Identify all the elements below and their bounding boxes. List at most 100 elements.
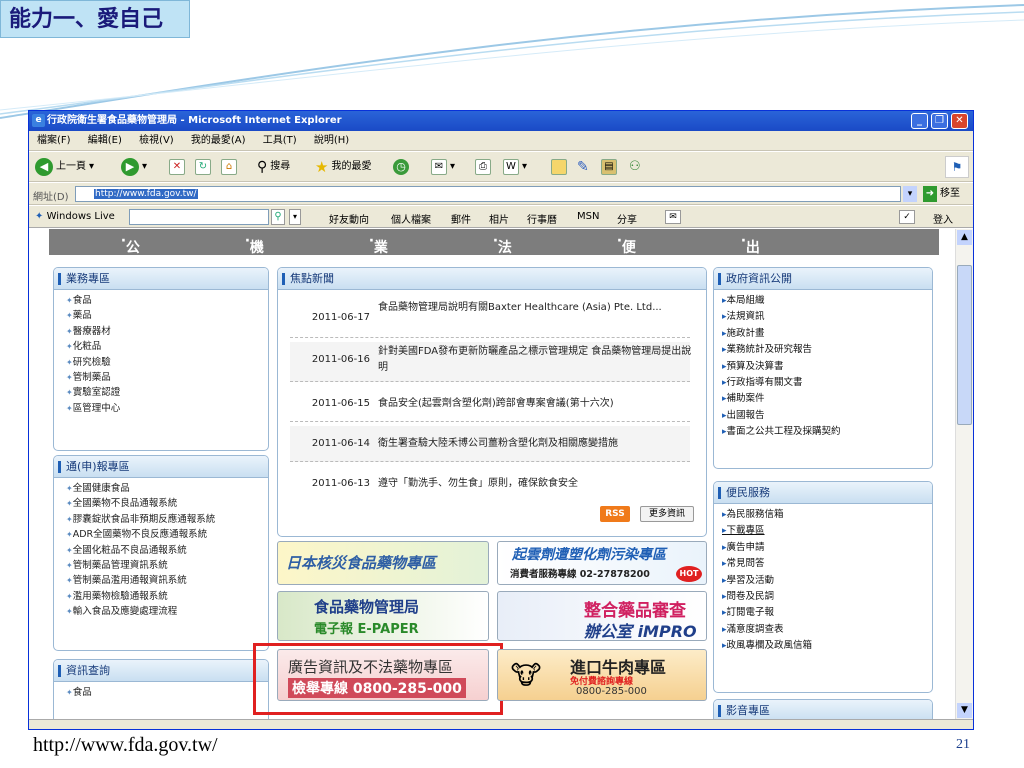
list-item[interactable]: 施政計畫 [722,326,932,342]
list-item[interactable]: 管制藥品濫用通報資訊系統 [66,573,268,588]
list-item[interactable]: 問卷及民調 [722,589,932,605]
address-dropdown[interactable]: ▾ [903,186,917,202]
list-item[interactable]: 實驗室認證 [66,385,268,400]
list-item[interactable]: 濫用藥物檢驗通報系統 [66,589,268,604]
rss-button[interactable]: RSS [600,506,630,522]
wl-msn[interactable]: MSN [577,211,599,222]
list-item[interactable]: 業務統計及研究報告 [722,342,932,358]
news-item[interactable]: 2011-06-15 食品安全(起雲劑含塑化劑)跨部會專案會議(第十六次) [290,386,690,422]
news-text[interactable]: 衛生署查驗大陸禾博公司薑粉含塑化劑及相關應變措施 [378,436,693,452]
minimize-button[interactable]: _ [911,113,928,129]
list-item[interactable]: 食品 [66,685,268,700]
list-item[interactable]: 政風專欄及政風信箱 [722,638,932,654]
nav-announcements[interactable]: ‧公告資訊 [121,233,140,316]
wl-calendar[interactable]: 行事曆 [527,211,557,226]
search-button[interactable]: ⚲ 搜尋 [257,158,290,176]
news-text[interactable]: 針對美國FDA發布更新防曬產品之標示管理規定 食品藥物管理局提出說明 [378,344,693,376]
home-button[interactable]: ⌂ [221,158,237,176]
wl-profile[interactable]: 個人檔案 [391,211,431,226]
back-button[interactable]: ◀ 上一頁 ▾ [35,158,94,176]
address-input[interactable]: http://www.fda.gov.tw/ [75,186,901,202]
list-item[interactable]: 補助案件 [722,391,932,407]
menu-view[interactable]: 檢視(V) [139,135,174,146]
wl-photos[interactable]: 相片 [489,211,509,226]
list-item[interactable]: 化粧品 [66,339,268,354]
list-item[interactable]: 輸入食品及應變處理流程 [66,604,268,619]
japan-banner[interactable]: 日本核災食品藥物專區 [277,541,489,585]
list-item[interactable]: 訂閱電子報 [722,605,932,621]
messenger-button[interactable]: ⚇ [629,158,641,176]
list-item[interactable]: 法規資訊 [722,309,932,325]
list-item[interactable]: ADR全國藥物不良反應通報系統 [66,527,268,542]
list-item[interactable]: 行政指導有關文書 [722,375,932,391]
windows-live-search-input[interactable] [129,209,269,225]
nav-about[interactable]: ‧機關介紹 [245,233,264,316]
wl-share[interactable]: 分享 [617,211,637,226]
mail-button[interactable]: ✉ ▾ [431,158,455,176]
wl-friends[interactable]: 好友動向 [329,211,369,226]
chevron-down-icon[interactable]: ▾ [289,209,301,225]
forward-button[interactable]: ▶ ▾ [121,158,147,176]
news-item[interactable]: 2011-06-13 遵守「勤洗手、勿生食」原則，確保飲食安全 [290,466,690,496]
list-item[interactable]: 管制藥品 [66,370,268,385]
list-item[interactable]: 全國藥物不良品通報系統 [66,496,268,511]
menu-tools[interactable]: 工具(T) [263,135,297,146]
go-button[interactable]: ➜ 移至 [923,186,960,202]
maximize-button[interactable]: ❐ [931,113,948,129]
clouding-agent-banner[interactable]: 起雲劑遭塑化劑污染專區 消費者服務專線 02-27878200 HOT [497,541,707,585]
refresh-button[interactable]: ↻ [195,158,211,176]
beef-banner[interactable]: 🐮 進口牛肉專區 免付費諮詢專線 0800-285-000 [497,649,707,701]
nav-business[interactable]: ‧業務專區 [369,233,388,316]
list-item[interactable]: 管制藥品管理資訊系統 [66,558,268,573]
list-item[interactable]: 下載專區 [722,523,932,539]
news-text[interactable]: 食品藥物管理局說明有關Baxter Healthcare (Asia) Pte.… [378,300,693,316]
news-text[interactable]: 遵守「勤洗手、勿生食」原則，確保飲食安全 [378,476,693,492]
close-button[interactable]: ✕ [951,113,968,129]
list-item[interactable]: 廣告申請 [722,540,932,556]
impro-banner[interactable]: 整合藥品審查 辦公室 iMPRO [497,591,707,641]
research-button[interactable]: ▤ [601,158,617,176]
scroll-down-icon[interactable]: ▼ [957,703,972,718]
epaper-banner[interactable]: 食品藥物管理局 電子報 E-PAPER [277,591,489,641]
list-item[interactable]: 全國化粧品不良品通報系統 [66,543,268,558]
folder-button[interactable] [551,158,567,176]
scroll-thumb[interactable] [957,265,972,425]
pen-button[interactable]: ✎ [577,158,589,176]
list-item[interactable]: 全國健康食品 [66,481,268,496]
list-item[interactable]: 出國報告 [722,408,932,424]
stop-button[interactable]: ✕ [169,158,185,176]
list-item[interactable]: 研究檢驗 [66,355,268,370]
list-item[interactable]: 區管理中心 [66,401,268,416]
history-button[interactable]: ◷ [393,158,409,176]
more-news-button[interactable]: 更多資訊 [640,506,694,522]
list-item[interactable]: 藥品 [66,308,268,323]
list-item[interactable]: 食品 [66,293,268,308]
news-item[interactable]: 2011-06-14 衛生署查驗大陸禾博公司薑粉含塑化劑及相關應變措施 [290,426,690,462]
wl-mail[interactable]: 郵件 [451,211,471,226]
checkbox-icon[interactable]: ✓ [899,210,915,224]
menu-edit[interactable]: 編輯(E) [88,135,122,146]
favorites-button[interactable]: ★ 我的最愛 [315,158,371,176]
nav-regulations[interactable]: ‧法規資訊 [493,233,512,316]
list-item[interactable]: 膠囊錠狀食品非預期反應通報系統 [66,512,268,527]
print-button[interactable]: ⎙ [475,158,491,176]
menu-file[interactable]: 檔案(F) [37,135,71,146]
list-item[interactable]: 為民服務信箱 [722,507,932,523]
list-item[interactable]: 學習及活動 [722,573,932,589]
list-item[interactable]: 書面之公共工程及採購契約 [722,424,932,440]
news-item[interactable]: 2011-06-16 針對美國FDA發布更新防曬產品之標示管理規定 食品藥物管理… [290,342,693,382]
list-item[interactable]: 常見問答 [722,556,932,572]
vertical-scrollbar[interactable]: ▲ ▼ [955,229,973,719]
menu-favorites[interactable]: 我的最愛(A) [191,135,246,146]
mail-icon[interactable]: ✉ [665,210,681,224]
edit-button[interactable]: W ▾ [503,158,527,176]
list-item[interactable]: 本局組織 [722,293,932,309]
search-icon[interactable]: ⚲ [271,209,285,225]
news-item[interactable]: 2011-06-17 食品藥物管理局說明有關Baxter Healthcare … [290,298,690,338]
nav-services[interactable]: ‧便民服務 [617,233,636,316]
signin-link[interactable]: 登入 [933,211,953,226]
menu-help[interactable]: 說明(H) [314,135,349,146]
ads-banner[interactable]: 廣告資訊及不法藥物專區 檢舉專線 0800-285-000 [277,649,489,701]
news-text[interactable]: 食品安全(起雲劑含塑化劑)跨部會專案會議(第十六次) [378,396,693,412]
scroll-up-icon[interactable]: ▲ [957,230,972,245]
